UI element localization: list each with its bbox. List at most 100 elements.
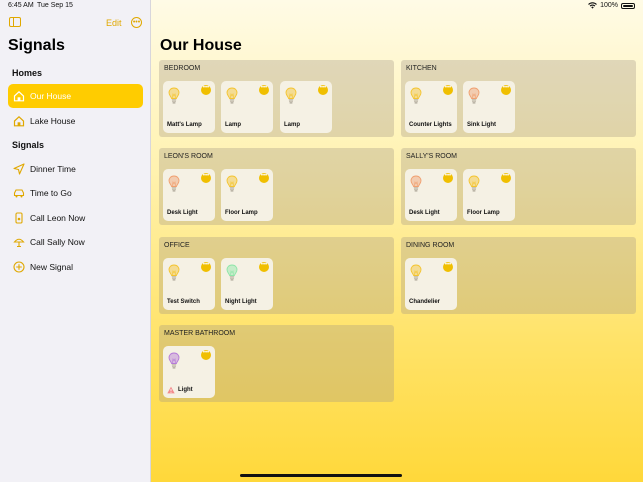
sidebar-item-label: Call Leon Now <box>30 213 86 223</box>
more-options-icon[interactable]: ••• <box>443 262 453 272</box>
sidebar-item-call-sally-now[interactable]: Call Sally Now <box>8 230 143 254</box>
lightbulb-icon <box>468 175 480 192</box>
device-name: Desk Light <box>409 210 440 216</box>
device-tile[interactable]: ••• Light <box>163 346 215 398</box>
device-tile[interactable]: ••• Desk Light <box>405 169 457 221</box>
sidebar-item-label: New Signal <box>30 262 73 272</box>
lightbulb-icon <box>168 175 180 192</box>
lamp-icon <box>12 236 25 249</box>
house-icon <box>12 115 25 128</box>
sidebar-item-dinner-time[interactable]: Dinner Time <box>8 157 143 181</box>
sidebar-title: Signals <box>8 37 65 54</box>
status-time: 6:45 AM <box>8 2 34 9</box>
more-options-icon[interactable]: ••• <box>259 173 269 183</box>
wifi-icon <box>588 2 597 9</box>
device-name: Light <box>178 387 193 393</box>
main-content: Our House BEDROOM ••• Matt's Lamp ••• Lamp ••… <box>151 0 643 482</box>
lightbulb-icon <box>168 352 180 369</box>
sidebar: Edit ••• Signals Homes Our House Lake Ho… <box>0 0 151 482</box>
lightbulb-icon <box>226 264 238 281</box>
phone-icon <box>12 212 25 225</box>
device-name: Chandelier <box>409 299 441 305</box>
room-card[interactable]: KITCHEN ••• Counter Lights ••• Sink Light <box>401 60 636 137</box>
device-tile[interactable]: ••• Lamp <box>280 81 332 133</box>
sidebar-item-label: Call Sally Now <box>30 237 85 247</box>
device-tile[interactable]: ••• Counter Lights <box>405 81 457 133</box>
device-name: Night Light <box>225 299 257 305</box>
device-tile[interactable]: ••• Desk Light <box>163 169 215 221</box>
more-options-icon[interactable]: ••• <box>201 262 211 272</box>
device-tile[interactable]: ••• Night Light <box>221 258 273 310</box>
status-right: 100% <box>588 2 635 9</box>
edit-button[interactable]: Edit <box>106 18 122 28</box>
sidebar-item-our-house[interactable]: Our House <box>8 84 143 108</box>
device-tile[interactable]: ••• Floor Lamp <box>463 169 515 221</box>
room-name: DINING ROOM <box>406 242 455 249</box>
device-name: Lamp <box>225 122 242 128</box>
room-name: SALLY'S ROOM <box>406 153 457 160</box>
sidebar-item-time-to-go[interactable]: Time to Go <box>8 181 143 205</box>
device-tile[interactable]: ••• Sink Light <box>463 81 515 133</box>
room-card[interactable]: MASTER BATHROOM ••• Light <box>159 325 394 402</box>
more-options-icon[interactable]: ••• <box>443 173 453 183</box>
sidebar-item-label: Time to Go <box>30 188 72 198</box>
room-card[interactable]: LEON'S ROOM ••• Desk Light ••• Floor Lamp <box>159 148 394 225</box>
device-name: Sink Light <box>467 122 496 128</box>
device-tile[interactable]: ••• Matt's Lamp <box>163 81 215 133</box>
room-card[interactable]: SALLY'S ROOM ••• Desk Light ••• Floor Lamp <box>401 148 636 225</box>
lightbulb-icon <box>226 87 238 104</box>
room-name: OFFICE <box>164 242 190 249</box>
sidebar-item-call-leon-now[interactable]: Call Leon Now <box>8 206 143 230</box>
room-card[interactable]: DINING ROOM ••• Chandelier <box>401 237 636 314</box>
paper-plane-icon <box>12 163 25 176</box>
device-tile[interactable]: ••• Test Switch <box>163 258 215 310</box>
battery-icon <box>621 2 635 9</box>
lightbulb-icon <box>468 87 480 104</box>
homes-header: Homes <box>12 68 43 78</box>
device-tile[interactable]: ••• Lamp <box>221 81 273 133</box>
sidebar-toggle-icon[interactable] <box>9 17 21 27</box>
status-bar: 6:45 AM Tue Sep 15 100% <box>0 0 643 12</box>
sidebar-item-new-signal[interactable]: New Signal <box>8 255 143 279</box>
device-tile[interactable]: ••• Chandelier <box>405 258 457 310</box>
house-icon <box>12 90 25 103</box>
room-card[interactable]: OFFICE ••• Test Switch ••• Night Light <box>159 237 394 314</box>
device-name: Matt's Lamp <box>167 122 202 128</box>
battery-percent: 100% <box>600 2 618 9</box>
warning-icon <box>167 386 175 394</box>
room-name: BEDROOM <box>164 65 201 72</box>
car-icon <box>12 187 25 200</box>
device-name: Lamp <box>284 122 301 128</box>
more-options-icon[interactable]: ••• <box>501 85 511 95</box>
device-name: Test Switch <box>167 299 200 305</box>
sidebar-item-label: Lake House <box>30 116 76 126</box>
device-name: Floor Lamp <box>225 210 258 216</box>
room-name: MASTER BATHROOM <box>164 330 236 337</box>
more-options-icon[interactable]: ••• <box>443 85 453 95</box>
status-date: Tue Sep 15 <box>37 2 73 9</box>
lightbulb-icon <box>410 175 422 192</box>
sidebar-item-lake-house[interactable]: Lake House <box>8 109 143 133</box>
device-name: Desk Light <box>167 210 198 216</box>
more-options-icon[interactable]: ••• <box>501 173 511 183</box>
more-options-icon[interactable]: ••• <box>201 85 211 95</box>
room-name: KITCHEN <box>406 65 437 72</box>
more-options-icon[interactable]: ••• <box>259 85 269 95</box>
lightbulb-icon <box>410 264 422 281</box>
more-options-icon[interactable]: ••• <box>131 17 142 28</box>
sidebar-item-label: Dinner Time <box>30 164 76 174</box>
plus-circle-icon <box>12 261 25 274</box>
device-tile[interactable]: ••• Floor Lamp <box>221 169 273 221</box>
more-options-icon[interactable]: ••• <box>259 262 269 272</box>
lightbulb-icon <box>168 87 180 104</box>
more-options-icon[interactable]: ••• <box>318 85 328 95</box>
more-options-icon[interactable]: ••• <box>201 350 211 360</box>
device-name: Floor Lamp <box>467 210 500 216</box>
device-name: Counter Lights <box>409 122 452 128</box>
home-indicator[interactable] <box>240 474 402 477</box>
signals-header: Signals <box>12 140 45 150</box>
more-options-icon[interactable]: ••• <box>201 173 211 183</box>
room-card[interactable]: BEDROOM ••• Matt's Lamp ••• Lamp ••• Lamp <box>159 60 394 137</box>
room-name: LEON'S ROOM <box>164 153 213 160</box>
lightbulb-icon <box>410 87 422 104</box>
